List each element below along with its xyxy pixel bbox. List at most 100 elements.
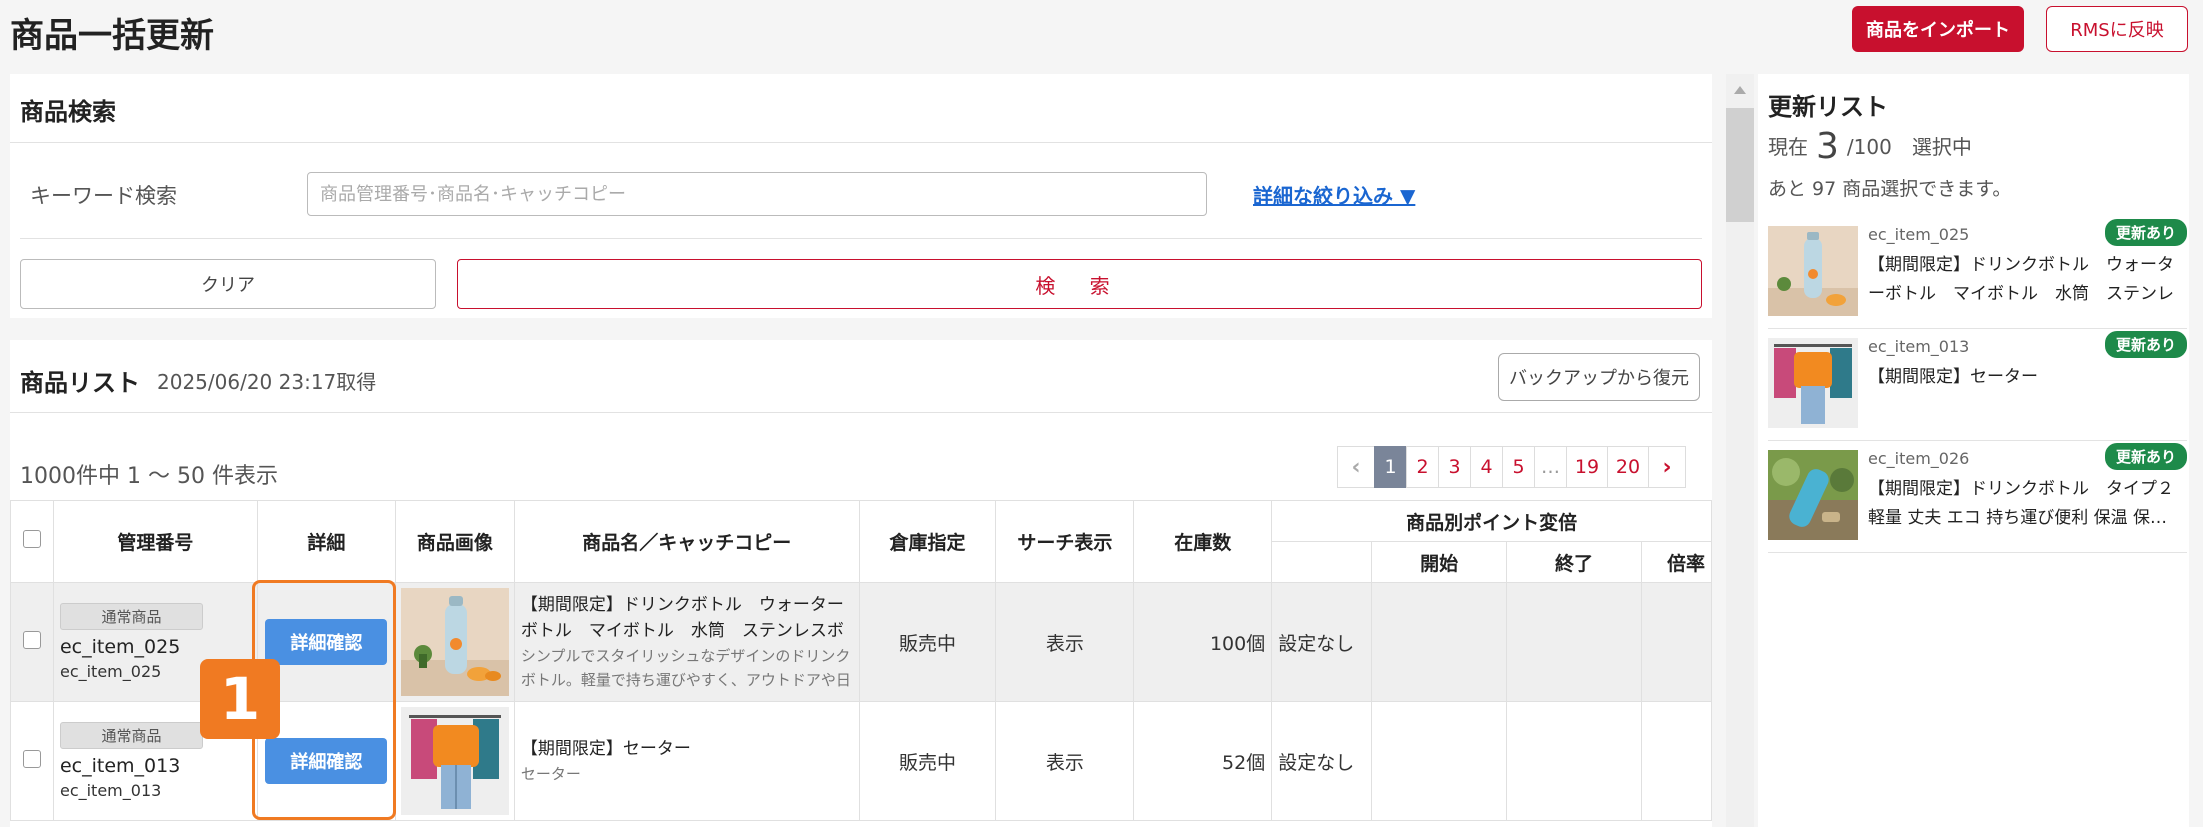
product-type-badge: 通常商品	[59, 722, 203, 749]
updated-badge: 更新あり	[2104, 219, 2187, 246]
col-warehouse: 倉庫指定	[858, 500, 997, 583]
product-type-badge: 通常商品	[59, 603, 203, 630]
search-display-cell: 表示	[995, 582, 1135, 702]
select-all-checkbox[interactable]	[22, 530, 41, 548]
update-list-title: 更新リスト	[1768, 93, 1888, 121]
row-select-cell	[10, 582, 54, 702]
col-name: 商品名／キャッチコピー	[513, 500, 860, 583]
page-4[interactable]: 4	[1470, 446, 1503, 488]
image-cell	[394, 582, 515, 702]
prev-page-icon[interactable]: ‹	[1337, 446, 1375, 488]
page-20[interactable]: 20	[1607, 446, 1649, 488]
next-page-icon[interactable]: ›	[1648, 446, 1686, 488]
scroll-up-icon[interactable]	[1734, 86, 1746, 94]
bottle-outdoor-image-icon	[1768, 450, 1858, 540]
updated-badge: 更新あり	[2104, 331, 2187, 358]
pagination: ‹ 1 2 3 4 5 … 19 20 ›	[1337, 446, 1686, 488]
name-cell: 【期間限定】ドリンクボトル ウォーターボトル マイボトル 水筒 ステンレスボトル…	[513, 582, 860, 702]
advanced-filter-link[interactable]: 詳細な絞り込み ▼	[1253, 180, 1415, 209]
item-thumbnail	[1768, 450, 1858, 540]
detail-button[interactable]: 詳細確認	[265, 619, 388, 665]
updated-badge: 更新あり	[2104, 443, 2187, 470]
search-button[interactable]: 検 索	[457, 259, 1702, 309]
name-cell: 【期間限定】セーター セーター	[513, 701, 860, 821]
col-points-blank	[1271, 541, 1373, 583]
search-title: 商品検索	[20, 98, 116, 126]
col-stock: 在庫数	[1133, 500, 1273, 583]
page-2[interactable]: 2	[1406, 446, 1439, 488]
sweater-image-icon	[400, 707, 509, 815]
col-image: 商品画像	[394, 500, 515, 583]
selection-prefix: 現在	[1768, 135, 1808, 159]
page-1[interactable]: 1	[1374, 446, 1407, 488]
select-all-cell	[10, 500, 54, 583]
update-list-item[interactable]: ec_item_026 更新あり 【期間限定】ドリンクボトル タイプ２ 軽量 丈…	[1768, 443, 2188, 553]
fetched-timestamp: 2025/06/20 23:17取得	[157, 370, 377, 394]
item-name: 【期間限定】ドリンクボトル タイプ２ 軽量 丈夫 エコ 持ち運び便利 保温 保…	[1868, 479, 2188, 528]
product-list-title: 商品リスト	[20, 369, 140, 397]
col-points: 商品別ポイント変倍	[1271, 500, 1712, 542]
product-catchcopy: シンプルでスタイリッシュなデザインのドリンクボトル。軽量で持ち運びやすく、アウト…	[520, 647, 851, 689]
item-name: 【期間限定】ドリンクボトル ウォーターボトル マイボトル 水筒 ステンレスボト…	[1868, 255, 2174, 304]
col-start: 開始	[1371, 541, 1508, 583]
item-id: ec_item_025	[1868, 225, 1970, 244]
product-id: ec_item_013	[59, 755, 181, 777]
col-id: 管理番号	[52, 500, 258, 583]
scroll-thumb[interactable]	[1726, 108, 1754, 222]
update-list-item[interactable]: ec_item_025 更新あり 【期間限定】ドリンクボトル ウォーターボトル …	[1768, 219, 2187, 329]
col-end: 終了	[1506, 541, 1642, 583]
selection-count: 現在 3/100 選択中	[1768, 126, 1972, 167]
page-5[interactable]: 5	[1502, 446, 1535, 488]
item-name: 【期間限定】セーター	[1868, 367, 2038, 387]
warehouse-cell: 販売中	[858, 582, 997, 702]
search-display-cell: 表示	[995, 701, 1135, 821]
points-rate-cell	[1640, 701, 1713, 821]
divider	[10, 142, 1712, 143]
step-number-badge: 1	[200, 659, 280, 739]
points-rate-cell	[1640, 582, 1713, 702]
page-title: 商品一括更新	[10, 16, 214, 56]
product-image	[400, 707, 509, 815]
keyword-search-input[interactable]	[307, 172, 1207, 216]
product-catchcopy: セーター	[520, 765, 581, 783]
points-cell: 設定なし	[1271, 701, 1373, 821]
selection-remaining: あと 97 商品選択できます。	[1768, 178, 2012, 200]
page-19[interactable]: 19	[1566, 446, 1608, 488]
product-list-panel: 商品リスト 2025/06/20 23:17取得 バックアップから復元 1000…	[10, 340, 1713, 827]
points-start-cell	[1371, 701, 1508, 821]
sweater-image-icon	[1768, 338, 1858, 428]
detail-button[interactable]: 詳細確認	[265, 738, 388, 784]
product-id: ec_item_025	[59, 636, 181, 658]
col-detail: 詳細	[256, 500, 396, 583]
selection-current: 3	[1816, 126, 1839, 167]
main-scrollbar[interactable]	[1726, 74, 1754, 827]
page-3[interactable]: 3	[1438, 446, 1471, 488]
keyword-label: キーワード検索	[30, 184, 177, 208]
divider	[10, 412, 1712, 413]
item-thumbnail	[1768, 226, 1858, 316]
item-id: ec_item_013	[1868, 337, 1970, 356]
selection-max: /100	[1846, 135, 1892, 159]
product-name: 【期間限定】セーター	[520, 739, 691, 759]
restore-backup-button[interactable]: バックアップから復元	[1498, 353, 1700, 401]
row-checkbox[interactable]	[22, 630, 41, 649]
apply-rms-button[interactable]: RMSに反映	[2046, 6, 2188, 52]
divider	[20, 238, 1702, 239]
points-cell: 設定なし	[1271, 582, 1373, 702]
product-name: 【期間限定】ドリンクボトル ウォーターボトル マイボトル 水筒 ステンレスボトル…	[520, 595, 844, 641]
item-thumbnail	[1768, 338, 1858, 428]
points-end-cell	[1506, 582, 1642, 702]
product-image	[400, 588, 509, 696]
points-start-cell	[1371, 582, 1508, 702]
warehouse-cell: 販売中	[858, 701, 997, 821]
image-cell	[394, 701, 515, 821]
col-search-display: サーチ表示	[995, 500, 1135, 583]
clear-button[interactable]: クリア	[20, 259, 436, 309]
bottle-image-icon	[1768, 226, 1858, 316]
col-rate: 倍率	[1640, 541, 1713, 583]
row-checkbox[interactable]	[22, 749, 41, 768]
update-list-item[interactable]: ec_item_013 更新あり 【期間限定】セーター	[1768, 331, 2187, 441]
import-products-button[interactable]: 商品をインポート	[1852, 6, 2024, 52]
page-ellipsis: …	[1534, 446, 1567, 488]
stock-cell: 100個	[1133, 582, 1273, 702]
